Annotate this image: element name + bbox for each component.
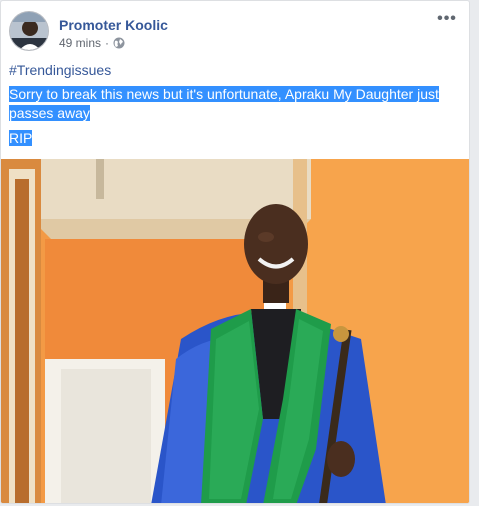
message-paragraph: Sorry to break this news but it's unfort… — [9, 85, 459, 123]
message-line-1: Sorry to break this news but it's unfort… — [9, 86, 439, 102]
rip-paragraph: RIP — [9, 129, 459, 148]
message-line-2: passes away — [9, 105, 90, 121]
avatar-image — [10, 12, 48, 50]
post-meta: 49 mins · — [59, 36, 125, 50]
meta-separator: · — [105, 36, 110, 50]
rip-text: RIP — [9, 130, 33, 146]
author-name[interactable]: Promoter Koolic — [59, 17, 168, 33]
post-timestamp[interactable]: 49 mins — [59, 36, 101, 50]
hashtag-link[interactable]: #Trendingissues — [9, 61, 459, 80]
globe-icon[interactable] — [113, 37, 125, 49]
post-photo[interactable] — [1, 159, 469, 503]
more-options-icon[interactable]: ••• — [435, 11, 459, 29]
post-message: #Trendingissues Sorry to break this news… — [9, 61, 459, 148]
author-avatar[interactable] — [9, 11, 49, 51]
post-header: Promoter Koolic 49 mins · ••• — [9, 11, 461, 55]
post-card: Promoter Koolic 49 mins · ••• #Trendingi… — [0, 0, 470, 504]
photo-image — [1, 159, 469, 503]
